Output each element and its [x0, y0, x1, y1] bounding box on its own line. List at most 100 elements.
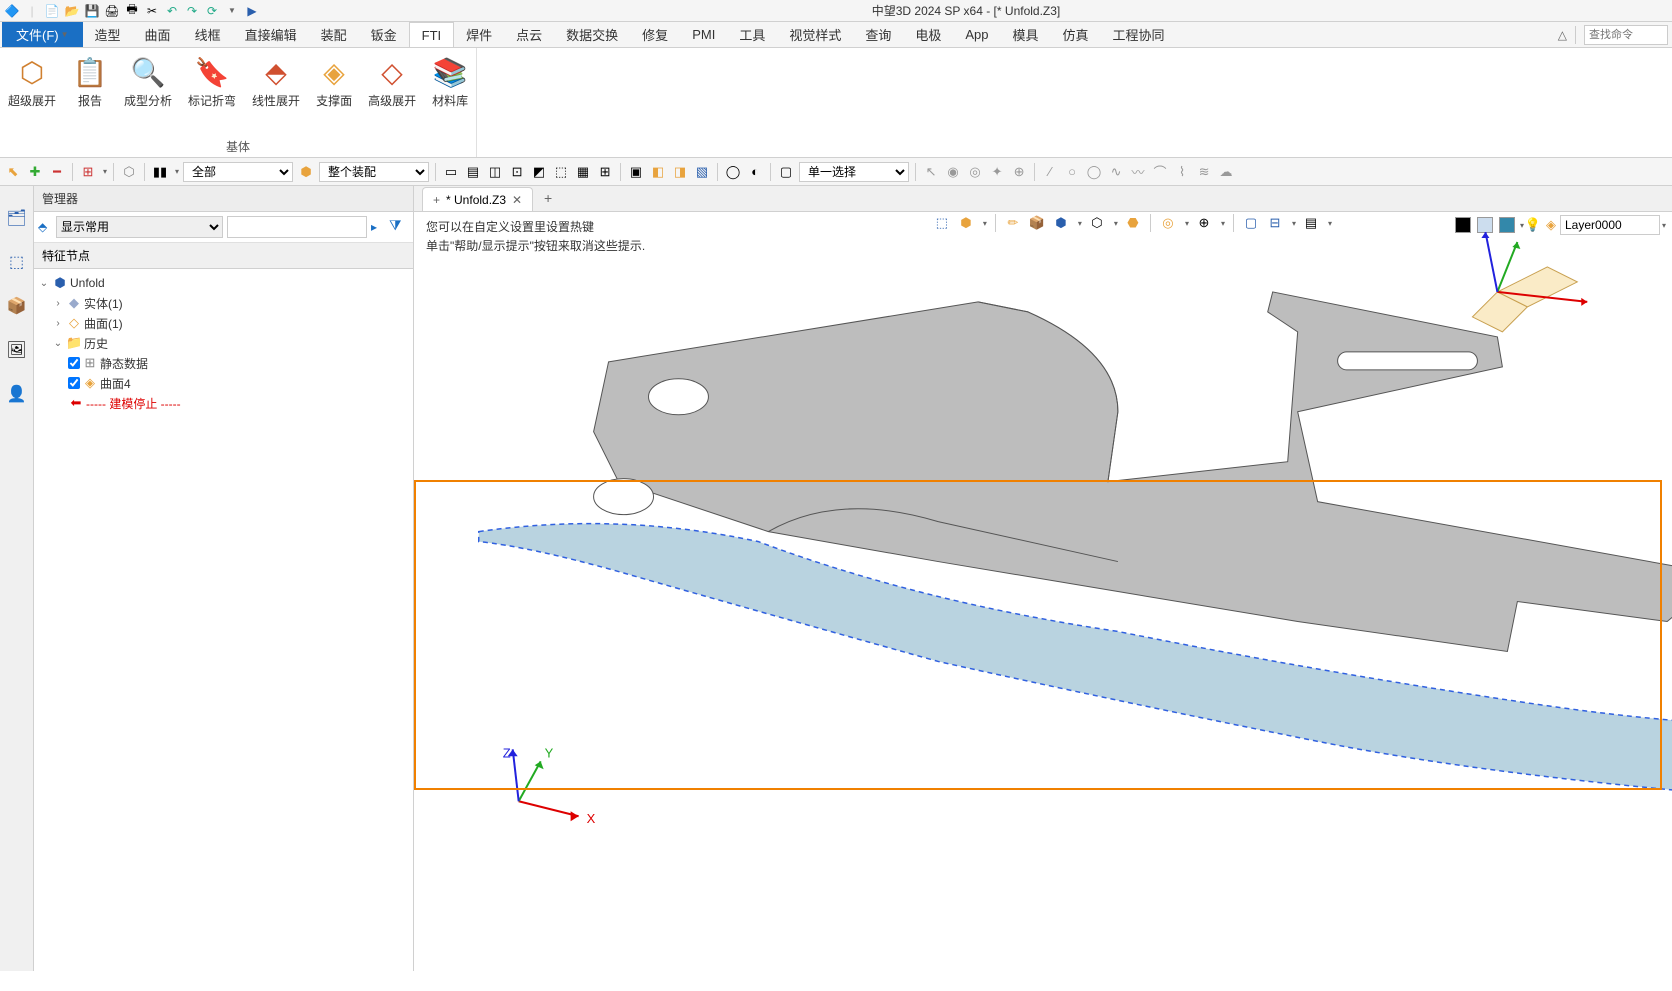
tb-i11-icon[interactable]: ◨: [671, 163, 689, 181]
tb-select-mode[interactable]: 单一选择: [799, 162, 909, 182]
tb-i13-icon[interactable]: ◯: [724, 163, 742, 181]
menu-sheetmetal[interactable]: 钣金: [359, 22, 409, 47]
ribbon-super-unfold[interactable]: ⬡超级展开: [4, 52, 60, 111]
tb-sh7-icon[interactable]: ⌇: [1173, 163, 1191, 181]
play-icon[interactable]: ▶: [244, 3, 260, 19]
menu-wireframe[interactable]: 线框: [183, 22, 233, 47]
tb-sh9-icon[interactable]: ☁: [1217, 163, 1235, 181]
menu-surface[interactable]: 曲面: [133, 22, 183, 47]
tb-arrow2-icon[interactable]: ↖: [922, 163, 940, 181]
menu-pointcloud[interactable]: 点云: [504, 22, 554, 47]
vt-10-icon[interactable]: ▢: [1242, 214, 1260, 232]
tree-checkbox[interactable]: [68, 357, 80, 369]
tb-plus-icon[interactable]: ✚: [26, 163, 44, 181]
tb-minus-icon[interactable]: ━: [48, 163, 66, 181]
tb-i2-icon[interactable]: ▤: [464, 163, 482, 181]
tb-bars-icon[interactable]: ▮▮: [151, 163, 169, 181]
ribbon-collapse-icon[interactable]: △: [1558, 28, 1567, 42]
new-icon[interactable]: 📄: [44, 3, 60, 19]
tree-history[interactable]: ⌄ 📁 历史: [34, 333, 413, 353]
mgr-arrow-icon[interactable]: ▸: [371, 220, 385, 234]
tb-sh5-icon[interactable]: 〰: [1129, 163, 1147, 181]
menu-assembly[interactable]: 装配: [309, 22, 359, 47]
tb-select-assembly[interactable]: 整个装配: [319, 162, 429, 182]
add-tab-button[interactable]: +: [537, 187, 559, 209]
tb-sh2-icon[interactable]: ○: [1063, 163, 1081, 181]
tree-toggle-icon[interactable]: ⌄: [38, 278, 50, 289]
tb-ci2-icon[interactable]: ◎: [966, 163, 984, 181]
menu-query[interactable]: 查询: [853, 22, 903, 47]
tree-toggle-icon[interactable]: ›: [52, 298, 64, 309]
tb-sh4-icon[interactable]: ∿: [1107, 163, 1125, 181]
tree-static-data[interactable]: ⊞ 静态数据: [34, 353, 413, 373]
vt-5-icon[interactable]: ⬢: [1052, 214, 1070, 232]
redo-icon[interactable]: ↷: [184, 3, 200, 19]
ribbon-form-analysis[interactable]: 🔍成型分析: [120, 52, 176, 111]
tb-i6-icon[interactable]: ⬚: [552, 163, 570, 181]
vt-3-icon[interactable]: ✏: [1004, 214, 1022, 232]
mgr-filter-select[interactable]: 显示常用: [56, 216, 223, 238]
menu-fti[interactable]: FTI: [409, 22, 455, 47]
ribbon-linear-unfold[interactable]: ⬘线性展开: [248, 52, 304, 111]
app-icon[interactable]: 🔷: [4, 3, 20, 19]
mgr-handle-icon[interactable]: ⬘: [38, 220, 52, 234]
open-icon[interactable]: 📂: [64, 3, 80, 19]
tree-surface4[interactable]: ◈ 曲面4: [34, 373, 413, 393]
tb-i5-icon[interactable]: ◩: [530, 163, 548, 181]
funnel-icon[interactable]: ⧩: [389, 217, 409, 237]
close-icon[interactable]: ✕: [512, 193, 522, 207]
tree-checkbox[interactable]: [68, 377, 80, 389]
tb-sh6-icon[interactable]: ⌒: [1151, 163, 1169, 181]
tb-i4-icon[interactable]: ⊡: [508, 163, 526, 181]
doc-tab-unfold[interactable]: + * Unfold.Z3 ✕: [422, 187, 533, 211]
vt-8-icon[interactable]: ◎: [1159, 214, 1177, 232]
dropdown-icon[interactable]: ▼: [224, 3, 240, 19]
left-tab-box[interactable]: 📦: [5, 294, 29, 318]
tb-cursor-icon[interactable]: ⬉: [4, 163, 22, 181]
menu-mold[interactable]: 模具: [1001, 22, 1051, 47]
vt-6-icon[interactable]: ⬡: [1088, 214, 1106, 232]
tree-solid[interactable]: › ◆ 实体(1): [34, 293, 413, 313]
tb-grid-icon[interactable]: ⊞: [79, 163, 97, 181]
file-menu[interactable]: 文件(F)▼: [2, 22, 83, 47]
tb-ci3-icon[interactable]: ✦: [988, 163, 1006, 181]
tb-ci1-icon[interactable]: ◉: [944, 163, 962, 181]
tree-toggle-icon[interactable]: ⌄: [52, 338, 64, 349]
tb-select-all[interactable]: 全部: [183, 162, 293, 182]
tb-sh3-icon[interactable]: ◯: [1085, 163, 1103, 181]
vt-2-icon[interactable]: ⬢: [957, 214, 975, 232]
vt-7-icon[interactable]: ⬣: [1124, 214, 1142, 232]
tb-i3-icon[interactable]: ◫: [486, 163, 504, 181]
tb-ci4-icon[interactable]: ⊕: [1010, 163, 1028, 181]
menu-directedit[interactable]: 直接编辑: [233, 22, 309, 47]
left-tab-tree[interactable]: 🗂: [5, 206, 29, 230]
refresh-icon[interactable]: ⟳: [204, 3, 220, 19]
swatch-blue[interactable]: [1499, 217, 1515, 233]
menu-repair[interactable]: 修复: [630, 22, 680, 47]
mgr-filter-input[interactable]: [227, 216, 367, 238]
tb-i15-icon[interactable]: ▢: [777, 163, 795, 181]
ribbon-material-lib[interactable]: 📚材料库: [428, 52, 472, 111]
tb-i12-icon[interactable]: ▧: [693, 163, 711, 181]
tree-toggle-icon[interactable]: ›: [52, 318, 64, 329]
canvas[interactable]: 您可以在自定义设置里设置热键 单击"帮助/显示提示"按钮来取消这些提示. ⬚ ⬢…: [414, 212, 1672, 971]
left-tab-assembly[interactable]: ⬚: [5, 250, 29, 274]
menu-weld[interactable]: 焊件: [454, 22, 504, 47]
tb-i14-icon[interactable]: ◐: [746, 163, 764, 181]
tree-root[interactable]: ⌄ ⬢ Unfold: [34, 273, 413, 293]
tb-i9-icon[interactable]: ▣: [627, 163, 645, 181]
save-icon[interactable]: 💾: [84, 3, 100, 19]
menu-app[interactable]: App: [953, 22, 1000, 47]
cut-icon[interactable]: ✂: [144, 3, 160, 19]
menu-pmi[interactable]: PMI: [680, 22, 727, 47]
left-tab-image[interactable]: 🖼: [5, 338, 29, 362]
vt-12-icon[interactable]: ▤: [1302, 214, 1320, 232]
menu-modeling[interactable]: 造型: [83, 22, 133, 47]
tb-i10-icon[interactable]: ◧: [649, 163, 667, 181]
ribbon-mark-bend[interactable]: 🔖标记折弯: [184, 52, 240, 111]
tb-i7-icon[interactable]: ▦: [574, 163, 592, 181]
tb-sh8-icon[interactable]: ≋: [1195, 163, 1213, 181]
search-command-input[interactable]: [1584, 25, 1668, 45]
menu-electrode[interactable]: 电极: [903, 22, 953, 47]
vt-1-icon[interactable]: ⬚: [933, 214, 951, 232]
